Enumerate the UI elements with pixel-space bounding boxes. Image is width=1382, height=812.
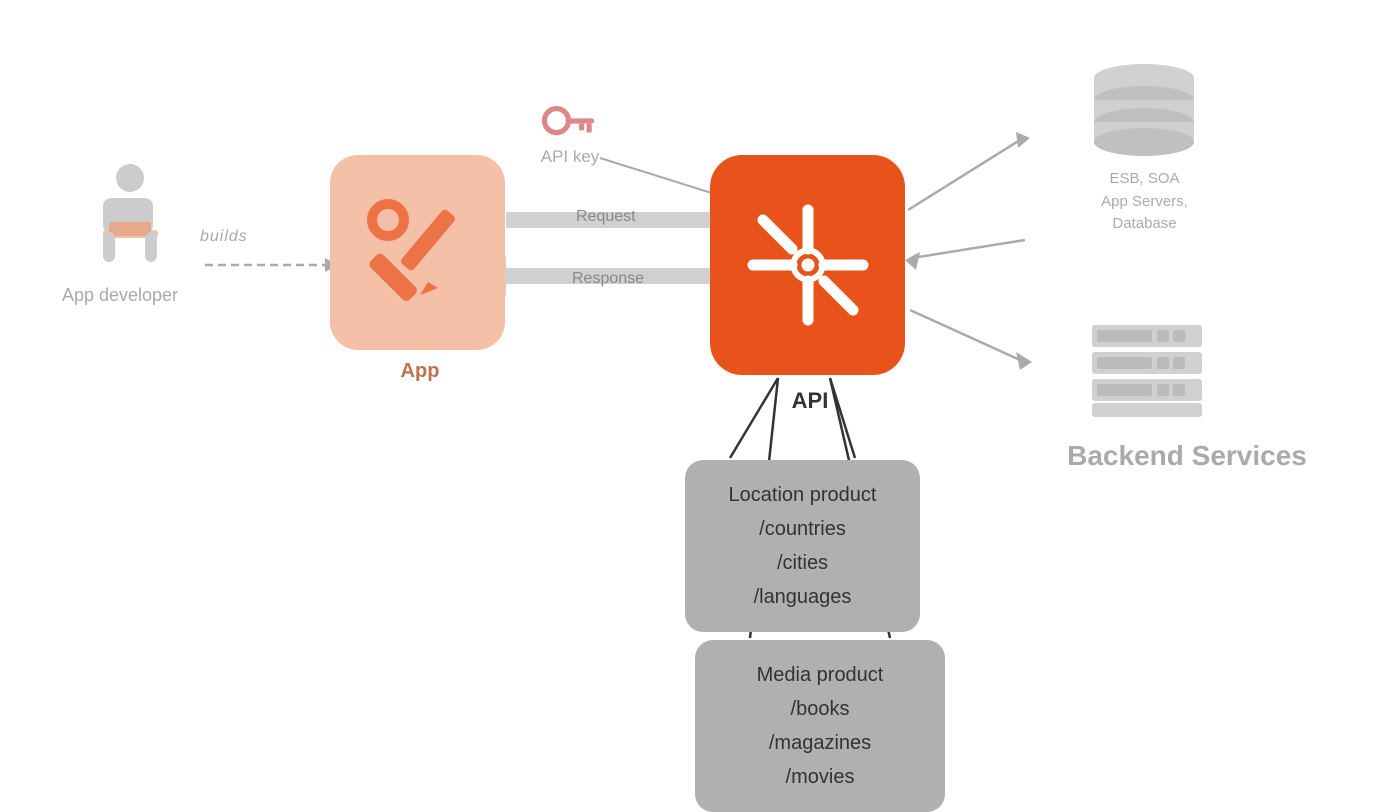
server-group xyxy=(1087,320,1207,420)
location-item-1: /countries xyxy=(713,512,892,546)
api-hub xyxy=(710,155,905,375)
media-item-3: /movies xyxy=(723,760,917,794)
request-label: Request xyxy=(576,208,636,226)
app-developer-group: App developer xyxy=(40,160,200,306)
location-item-2: /cities xyxy=(713,546,892,580)
location-product-box: Location product /countries /cities /lan… xyxy=(685,460,920,632)
location-product-title: Location product xyxy=(713,478,892,512)
api-key-group: API key xyxy=(540,100,600,167)
db-group: ESB, SOAApp Servers,Database xyxy=(1087,60,1202,236)
tools-icon xyxy=(358,190,478,315)
media-item-2: /magazines xyxy=(723,726,917,760)
media-item-1: /books xyxy=(723,692,917,726)
api-label: API xyxy=(775,388,845,414)
media-product-title: Media product xyxy=(723,658,917,692)
api-key-label: API key xyxy=(541,147,600,167)
response-label: Response xyxy=(572,270,644,288)
database-icon xyxy=(1087,60,1202,160)
builds-label: builds xyxy=(200,228,248,246)
api-hub-icon xyxy=(743,200,873,330)
key-icon xyxy=(540,100,600,145)
person-icon xyxy=(75,160,165,275)
server-icon xyxy=(1087,320,1207,420)
app-label: App xyxy=(370,360,470,383)
app-box xyxy=(330,155,505,350)
media-product-box: Media product /books /magazines /movies xyxy=(695,640,945,812)
main-canvas: App developer builds App API key Request xyxy=(0,0,1382,810)
backend-services-label: Backend Services xyxy=(1062,440,1312,472)
developer-label: App developer xyxy=(62,285,178,306)
esb-label: ESB, SOAApp Servers,Database xyxy=(1101,168,1188,236)
location-item-3: /languages xyxy=(713,580,892,614)
